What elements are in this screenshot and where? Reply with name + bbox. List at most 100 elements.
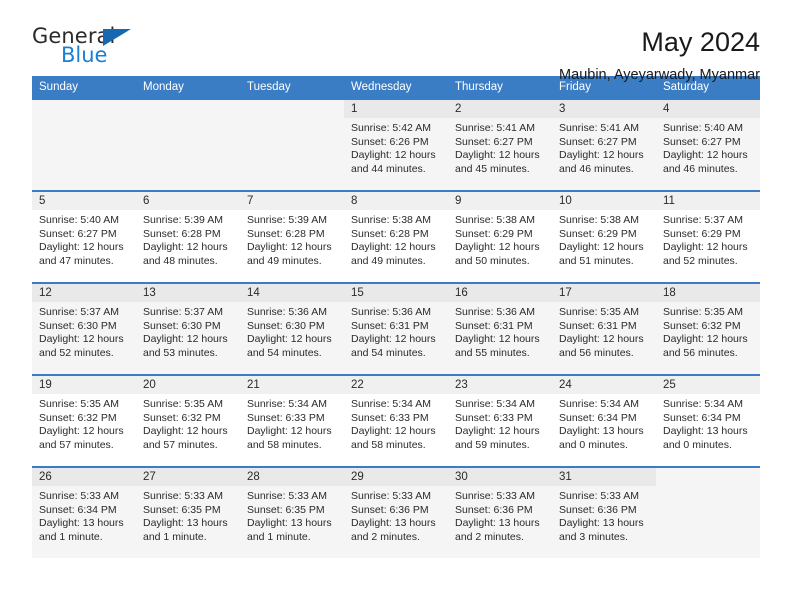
daylight-text-line1: Daylight: 12 hours [663, 333, 748, 345]
day-cell-inner: 6 Sunrise: 5:39 AM Sunset: 6:28 PM Daylight… [136, 192, 240, 282]
day-number: 27 [136, 468, 240, 486]
day-details: Sunrise: 5:34 AM Sunset: 6:33 PM Daylight:… [344, 394, 448, 452]
day-number [656, 468, 760, 486]
sunrise-text: Sunrise: 5:37 AM [39, 306, 119, 318]
day-number: 30 [448, 468, 552, 486]
calendar-day-cell[interactable]: 25 Sunrise: 5:34 AM Sunset: 6:34 PM Dayligh… [656, 374, 760, 467]
day-number: 10 [552, 192, 656, 210]
daylight-text-line2: and 52 minutes. [39, 346, 114, 359]
day-cell-inner: 25 Sunrise: 5:34 AM Sunset: 6:34 PM Dayligh… [656, 376, 760, 466]
calendar-day-cell[interactable]: 2 Sunrise: 5:41 AM Sunset: 6:27 PM Daylight… [448, 98, 552, 191]
calendar-day-cell[interactable]: 14 Sunrise: 5:36 AM Sunset: 6:30 PM Dayligh… [240, 282, 344, 375]
sunset-text: Sunset: 6:34 PM [663, 411, 741, 424]
calendar-day-cell[interactable]: 1 Sunrise: 5:42 AM Sunset: 6:26 PM Daylight… [344, 98, 448, 191]
day-number: 14 [240, 284, 344, 302]
day-details: Sunrise: 5:39 AM Sunset: 6:28 PM Daylight:… [136, 210, 240, 268]
calendar-day-cell[interactable]: 21 Sunrise: 5:34 AM Sunset: 6:33 PM Dayligh… [240, 374, 344, 467]
daylight-text-line1: Daylight: 12 hours [559, 149, 644, 161]
sunrise-text: Sunrise: 5:34 AM [247, 398, 327, 410]
daylight-text-line2: and 3 minutes. [559, 530, 628, 543]
daylight-text-line2: and 46 minutes. [663, 162, 738, 175]
calendar-week-row: 26 Sunrise: 5:33 AM Sunset: 6:34 PM Dayligh… [32, 466, 760, 558]
calendar-day-cell-empty [136, 98, 240, 191]
day-details: Sunrise: 5:36 AM Sunset: 6:30 PM Daylight:… [240, 302, 344, 360]
calendar-day-cell[interactable]: 27 Sunrise: 5:33 AM Sunset: 6:35 PM Dayligh… [136, 466, 240, 558]
daylight-text-line2: and 0 minutes. [559, 438, 628, 451]
calendar-day-cell[interactable]: 26 Sunrise: 5:33 AM Sunset: 6:34 PM Dayligh… [32, 466, 136, 558]
calendar-day-cell[interactable]: 12 Sunrise: 5:37 AM Sunset: 6:30 PM Dayligh… [32, 282, 136, 375]
calendar-table: Sunday Monday Tuesday Wednesday Thursday… [32, 76, 760, 558]
daylight-text-line2: and 52 minutes. [663, 254, 738, 267]
sunset-text: Sunset: 6:27 PM [455, 135, 533, 148]
day-cell-inner: 2 Sunrise: 5:41 AM Sunset: 6:27 PM Daylight… [448, 100, 552, 190]
daylight-text-line2: and 55 minutes. [455, 346, 530, 359]
day-cell-inner: 13 Sunrise: 5:37 AM Sunset: 6:30 PM Dayligh… [136, 284, 240, 374]
sunrise-text: Sunrise: 5:39 AM [143, 214, 223, 226]
calendar-day-cell[interactable]: 31 Sunrise: 5:33 AM Sunset: 6:36 PM Dayligh… [552, 466, 656, 558]
calendar-day-cell[interactable]: 10 Sunrise: 5:38 AM Sunset: 6:29 PM Dayligh… [552, 190, 656, 283]
calendar-body: 1 Sunrise: 5:42 AM Sunset: 6:26 PM Daylight… [32, 98, 760, 558]
calendar-day-cell[interactable]: 13 Sunrise: 5:37 AM Sunset: 6:30 PM Dayligh… [136, 282, 240, 375]
calendar-day-cell[interactable]: 9 Sunrise: 5:38 AM Sunset: 6:29 PM Daylight… [448, 190, 552, 283]
day-details: Sunrise: 5:37 AM Sunset: 6:30 PM Daylight:… [136, 302, 240, 360]
daylight-text-line2: and 51 minutes. [559, 254, 634, 267]
day-cell-inner: 1 Sunrise: 5:42 AM Sunset: 6:26 PM Daylight… [344, 100, 448, 190]
daylight-text-line2: and 1 minute. [247, 530, 311, 543]
sunrise-text: Sunrise: 5:36 AM [455, 306, 535, 318]
calendar-day-cell[interactable]: 16 Sunrise: 5:36 AM Sunset: 6:31 PM Dayligh… [448, 282, 552, 375]
calendar-page: General Blue May 2024 Maubin, Ayeyarwady… [0, 0, 792, 612]
day-cell-inner: 11 Sunrise: 5:37 AM Sunset: 6:29 PM Dayligh… [656, 192, 760, 282]
calendar-day-cell[interactable]: 29 Sunrise: 5:33 AM Sunset: 6:36 PM Dayligh… [344, 466, 448, 558]
sunset-text: Sunset: 6:30 PM [39, 319, 117, 332]
day-details: Sunrise: 5:35 AM Sunset: 6:31 PM Daylight:… [552, 302, 656, 360]
calendar-day-cell[interactable]: 20 Sunrise: 5:35 AM Sunset: 6:32 PM Dayligh… [136, 374, 240, 467]
sunrise-text: Sunrise: 5:40 AM [39, 214, 119, 226]
sunset-text: Sunset: 6:29 PM [559, 227, 637, 240]
calendar-day-cell[interactable]: 28 Sunrise: 5:33 AM Sunset: 6:35 PM Dayligh… [240, 466, 344, 558]
day-details: Sunrise: 5:36 AM Sunset: 6:31 PM Daylight:… [344, 302, 448, 360]
calendar-day-cell[interactable]: 23 Sunrise: 5:34 AM Sunset: 6:33 PM Dayligh… [448, 374, 552, 467]
day-number: 9 [448, 192, 552, 210]
day-number: 6 [136, 192, 240, 210]
sunset-text: Sunset: 6:36 PM [559, 503, 637, 516]
day-cell-inner: 31 Sunrise: 5:33 AM Sunset: 6:36 PM Dayligh… [552, 468, 656, 558]
calendar-day-cell[interactable]: 19 Sunrise: 5:35 AM Sunset: 6:32 PM Dayligh… [32, 374, 136, 467]
daylight-text-line1: Daylight: 12 hours [143, 333, 228, 345]
day-cell-inner: 26 Sunrise: 5:33 AM Sunset: 6:34 PM Dayligh… [32, 468, 136, 558]
calendar-day-cell[interactable]: 18 Sunrise: 5:35 AM Sunset: 6:32 PM Dayligh… [656, 282, 760, 375]
calendar-day-cell[interactable]: 3 Sunrise: 5:41 AM Sunset: 6:27 PM Daylight… [552, 98, 656, 191]
daylight-text-line1: Daylight: 12 hours [39, 425, 124, 437]
day-details: Sunrise: 5:33 AM Sunset: 6:36 PM Daylight:… [552, 486, 656, 544]
day-details: Sunrise: 5:37 AM Sunset: 6:30 PM Daylight:… [32, 302, 136, 360]
calendar-day-cell[interactable]: 17 Sunrise: 5:35 AM Sunset: 6:31 PM Dayligh… [552, 282, 656, 375]
weekday-header-monday: Monday [136, 76, 240, 99]
day-cell-inner: 27 Sunrise: 5:33 AM Sunset: 6:35 PM Dayligh… [136, 468, 240, 558]
calendar-day-cell[interactable]: 5 Sunrise: 5:40 AM Sunset: 6:27 PM Daylight… [32, 190, 136, 283]
daylight-text-line1: Daylight: 12 hours [663, 149, 748, 161]
day-cell-inner: 7 Sunrise: 5:39 AM Sunset: 6:28 PM Daylight… [240, 192, 344, 282]
sunset-text: Sunset: 6:27 PM [39, 227, 117, 240]
sunrise-text: Sunrise: 5:42 AM [351, 122, 431, 134]
day-number [32, 100, 136, 118]
calendar-day-cell[interactable]: 6 Sunrise: 5:39 AM Sunset: 6:28 PM Daylight… [136, 190, 240, 283]
day-cell-inner: 28 Sunrise: 5:33 AM Sunset: 6:35 PM Dayligh… [240, 468, 344, 558]
sunset-text: Sunset: 6:26 PM [351, 135, 429, 148]
calendar-day-cell[interactable]: 8 Sunrise: 5:38 AM Sunset: 6:28 PM Daylight… [344, 190, 448, 283]
sunrise-text: Sunrise: 5:33 AM [351, 490, 431, 502]
day-number: 20 [136, 376, 240, 394]
daylight-text-line1: Daylight: 12 hours [351, 149, 436, 161]
calendar-day-cell[interactable]: 24 Sunrise: 5:34 AM Sunset: 6:34 PM Dayligh… [552, 374, 656, 467]
daylight-text-line1: Daylight: 13 hours [351, 517, 436, 529]
calendar-day-cell[interactable]: 22 Sunrise: 5:34 AM Sunset: 6:33 PM Dayligh… [344, 374, 448, 467]
day-details: Sunrise: 5:37 AM Sunset: 6:29 PM Daylight:… [656, 210, 760, 268]
brand-logo[interactable]: General Blue [32, 26, 152, 74]
day-cell-inner: 24 Sunrise: 5:34 AM Sunset: 6:34 PM Dayligh… [552, 376, 656, 466]
sunset-text: Sunset: 6:28 PM [247, 227, 325, 240]
calendar-day-cell[interactable]: 15 Sunrise: 5:36 AM Sunset: 6:31 PM Dayligh… [344, 282, 448, 375]
calendar-day-cell[interactable]: 11 Sunrise: 5:37 AM Sunset: 6:29 PM Dayligh… [656, 190, 760, 283]
calendar-day-cell[interactable]: 7 Sunrise: 5:39 AM Sunset: 6:28 PM Daylight… [240, 190, 344, 283]
calendar-day-cell[interactable]: 4 Sunrise: 5:40 AM Sunset: 6:27 PM Daylight… [656, 98, 760, 191]
calendar-day-cell[interactable]: 30 Sunrise: 5:33 AM Sunset: 6:36 PM Dayligh… [448, 466, 552, 558]
day-details: Sunrise: 5:39 AM Sunset: 6:28 PM Daylight:… [240, 210, 344, 268]
sunrise-text: Sunrise: 5:38 AM [351, 214, 431, 226]
